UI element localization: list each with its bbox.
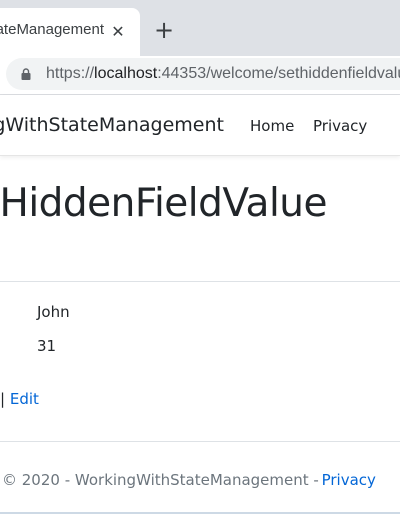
site-navbar: WorkingWithStateManagement Home Privacy [0,95,400,156]
address-bar[interactable]: https://localhost:44353/welcome/sethidde… [6,58,400,90]
nav-link-home[interactable]: Home [250,117,294,135]
url-host: localhost [94,65,158,82]
edit-link[interactable]: Edit [10,390,39,408]
name-value: John [37,303,70,321]
navbar-brand[interactable]: WorkingWithStateManagement [0,114,224,136]
window-bottom-edge [0,512,400,514]
age-value: 31 [37,337,57,355]
new-tab-icon[interactable]: + [150,18,178,46]
browser-tab[interactable]: Value - WorkingWithStateManagement ✕ [0,8,140,56]
page-title: SetHiddenFieldValue [0,181,328,226]
tab-strip: Value - WorkingWithStateManagement ✕ + [0,0,400,56]
footer: © 2020 - WorkingWithStateManagement - Pr… [0,471,400,489]
footer-divider [0,441,400,442]
url-text: https://localhost:44353/welcome/sethidde… [46,64,400,84]
lock-icon [21,68,31,80]
url-scheme: https:// [46,65,95,82]
divider [0,281,400,282]
tab-title: Value - WorkingWithStateManagement [0,21,104,38]
footer-text: © 2020 - WorkingWithStateManagement - [2,471,324,489]
nav-link-privacy[interactable]: Privacy [313,117,367,135]
actions-row: | Edit [0,390,39,408]
url-path: :44353/welcome/sethiddenfieldvalue [157,65,400,82]
browser-window: Value - WorkingWithStateManagement ✕ + h… [0,0,400,516]
action-separator: | [0,390,6,408]
browser-toolbar: https://localhost:44353/welcome/sethidde… [0,56,400,95]
close-icon[interactable]: ✕ [108,22,128,42]
footer-privacy-link[interactable]: Privacy [322,471,376,489]
